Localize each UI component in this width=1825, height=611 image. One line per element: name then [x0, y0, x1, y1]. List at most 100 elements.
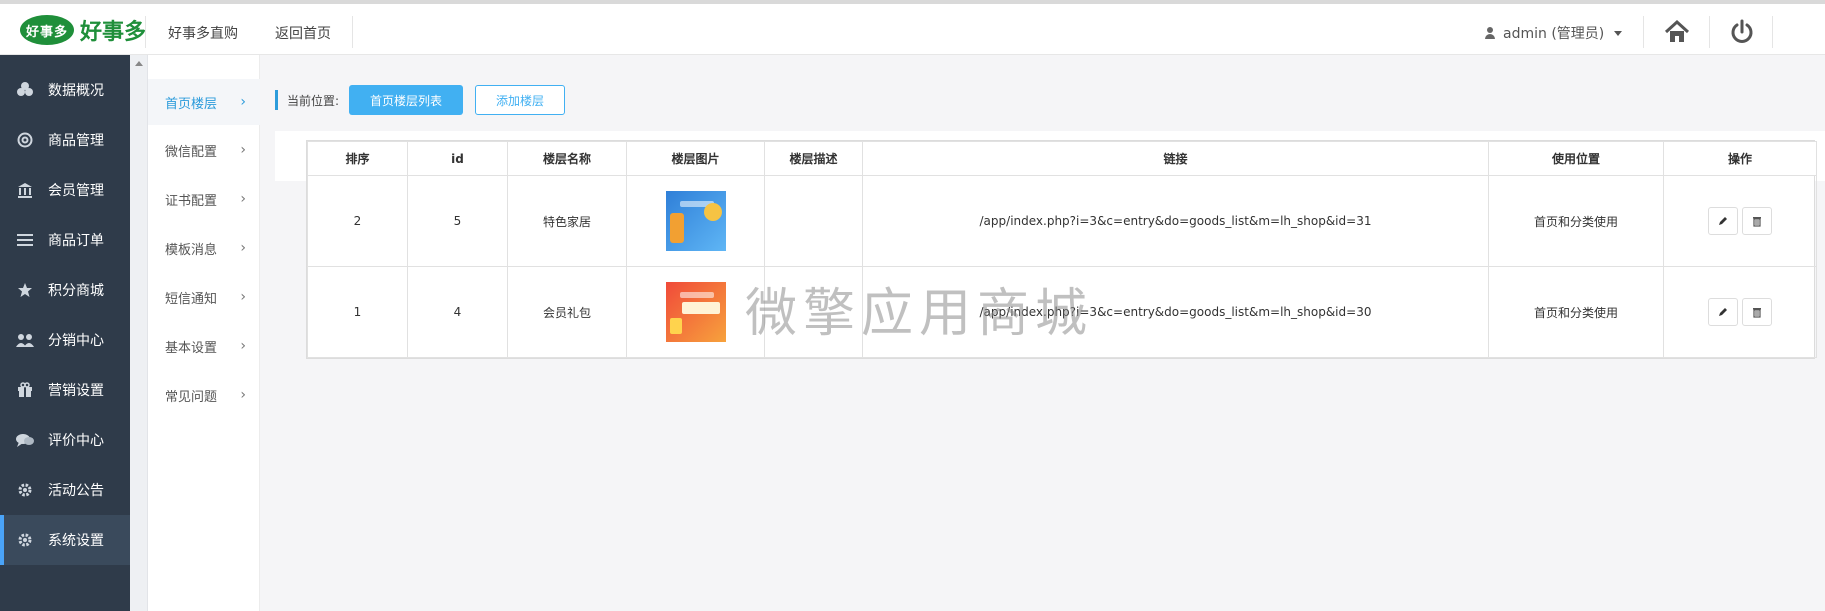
floor-thumbnail[interactable]	[665, 191, 726, 251]
direct-buy-link[interactable]: 好事多直购	[168, 23, 238, 43]
cell-floor-name: 特色家居	[507, 175, 627, 267]
submenu-item-sms-notify[interactable]: 短信通知 ›	[148, 274, 260, 320]
list-icon	[14, 229, 36, 251]
sidebar-item-label: 商品管理	[48, 133, 104, 149]
column-header: 排序	[307, 141, 408, 176]
sidebar-item-label: 营销设置	[48, 383, 104, 399]
sidebar-item-label: 积分商城	[48, 283, 104, 299]
sidebar-item-points-mall[interactable]: 积分商城	[0, 265, 130, 315]
sidebar-item-label: 活动公告	[48, 483, 104, 499]
column-header: 楼层名称	[507, 141, 627, 176]
comment-icon	[14, 429, 36, 451]
floor-thumbnail[interactable]	[665, 282, 726, 342]
scroll-up-icon[interactable]	[135, 61, 143, 66]
submenu-item-label: 证书配置	[165, 193, 218, 209]
submenu-item-label: 微信配置	[165, 144, 218, 160]
chevron-right-icon: ›	[240, 191, 246, 207]
sidebar-item-label: 商品订单	[48, 233, 104, 249]
cell-id: 5	[407, 175, 508, 267]
sidebar-item-label: 会员管理	[48, 183, 104, 199]
submenu-item-wechat-config[interactable]: 微信配置 ›	[148, 127, 260, 173]
cell-id: 4	[407, 266, 508, 358]
users-icon	[14, 329, 36, 351]
cell-order: 1	[307, 266, 408, 358]
sidebar-item-distribution[interactable]: 分销中心	[0, 315, 130, 365]
cell-floor-image	[626, 175, 765, 267]
top-bar: 好事多 好事多 好事多直购 返回首页 admin (管理员)	[0, 0, 1825, 55]
cell-floor-name: 会员礼包	[507, 266, 627, 358]
back-home-link[interactable]: 返回首页	[275, 23, 331, 43]
sidebar-item-reviews[interactable]: 评价中心	[0, 415, 130, 465]
sidebar-item-members[interactable]: 会员管理	[0, 165, 130, 215]
chevron-right-icon: ›	[240, 338, 246, 354]
add-floor-button[interactable]: 添加楼层	[475, 85, 565, 115]
chevron-right-icon: ›	[240, 240, 246, 256]
submenu-item-label: 常见问题	[165, 389, 218, 405]
gift-icon	[14, 379, 36, 401]
logo-text: 好事多	[80, 20, 147, 45]
table-row: 2 5 特色家居 /app/index.php?i=3&c=entry&do=g…	[307, 175, 1817, 267]
sidebar-scrollbar[interactable]	[130, 55, 148, 611]
gear-icon	[14, 479, 36, 501]
top-divider	[145, 16, 146, 48]
top-divider	[352, 16, 353, 48]
submenu-item-label: 模板消息	[165, 242, 218, 258]
column-header: 楼层图片	[626, 141, 765, 176]
cell-floor-image	[626, 266, 765, 358]
edit-button[interactable]	[1708, 207, 1738, 235]
chevron-right-icon: ›	[240, 94, 246, 110]
sidebar-item-system-settings[interactable]: 系统设置	[0, 515, 130, 565]
logo-badge: 好事多	[20, 15, 74, 45]
floor-list-button[interactable]: 首页楼层列表	[349, 85, 463, 115]
cell-floor-desc	[764, 175, 863, 267]
column-header: 链接	[862, 141, 1489, 176]
current-location-label: 当前位置:	[287, 94, 340, 108]
top-divider	[1709, 16, 1710, 48]
main-sidebar: 数据概况 商品管理 会员管理 商品订单 积分商城 分销中心 营销设置 评价中心 …	[0, 55, 130, 611]
star-icon	[14, 279, 36, 301]
submenu-item-certificate-config[interactable]: 证书配置 ›	[148, 176, 260, 222]
column-header: 楼层描述	[764, 141, 863, 176]
sidebar-item-products[interactable]: 商品管理	[0, 115, 130, 165]
crumb-marker	[275, 90, 278, 110]
bank-icon	[14, 179, 36, 201]
cell-link: /app/index.php?i=3&c=entry&do=goods_list…	[862, 175, 1489, 267]
submenu-item-template-messages[interactable]: 模板消息 ›	[148, 225, 260, 271]
sidebar-item-announcements[interactable]: 活动公告	[0, 465, 130, 515]
pencil-icon	[1719, 217, 1727, 225]
chevron-right-icon: ›	[240, 387, 246, 403]
user-menu[interactable]: admin (管理员)	[1485, 23, 1623, 43]
delete-button[interactable]	[1742, 298, 1772, 326]
submenu-item-label: 首页楼层	[165, 96, 218, 112]
submenu-item-faq[interactable]: 常见问题 ›	[148, 372, 260, 418]
brand-logo[interactable]: 好事多 好事多	[20, 14, 146, 46]
trash-icon	[1753, 217, 1761, 227]
home-icon[interactable]	[1663, 18, 1691, 46]
user-icon	[1485, 27, 1495, 39]
cell-actions	[1663, 175, 1817, 267]
sidebar-item-data-overview[interactable]: 数据概况	[0, 65, 130, 115]
submenu-item-basic-settings[interactable]: 基本设置 ›	[148, 323, 260, 369]
settings-submenu: 首页楼层 › 微信配置 › 证书配置 › 模板消息 › 短信通知 › 基本设置 …	[148, 55, 260, 611]
chevron-down-icon	[1614, 30, 1623, 36]
top-divider	[1643, 16, 1644, 48]
trash-icon	[1753, 308, 1761, 318]
cell-order: 2	[307, 175, 408, 267]
chevron-right-icon: ›	[240, 289, 246, 305]
submenu-item-home-floors[interactable]: 首页楼层 ›	[148, 79, 260, 125]
chevron-right-icon: ›	[240, 142, 246, 158]
edit-button[interactable]	[1708, 298, 1738, 326]
sidebar-item-orders[interactable]: 商品订单	[0, 215, 130, 265]
power-icon[interactable]	[1728, 18, 1756, 46]
cell-position: 首页和分类使用	[1488, 266, 1664, 358]
sidebar-item-label: 数据概况	[48, 83, 104, 99]
submenu-item-label: 基本设置	[165, 340, 218, 356]
submenu-item-label: 短信通知	[165, 291, 218, 307]
product-icon	[14, 129, 36, 151]
pencil-icon	[1719, 308, 1727, 316]
cell-position: 首页和分类使用	[1488, 175, 1664, 267]
sidebar-item-label: 评价中心	[48, 433, 104, 449]
sidebar-item-marketing[interactable]: 营销设置	[0, 365, 130, 415]
user-label: admin (管理员)	[1503, 26, 1605, 42]
delete-button[interactable]	[1742, 207, 1772, 235]
